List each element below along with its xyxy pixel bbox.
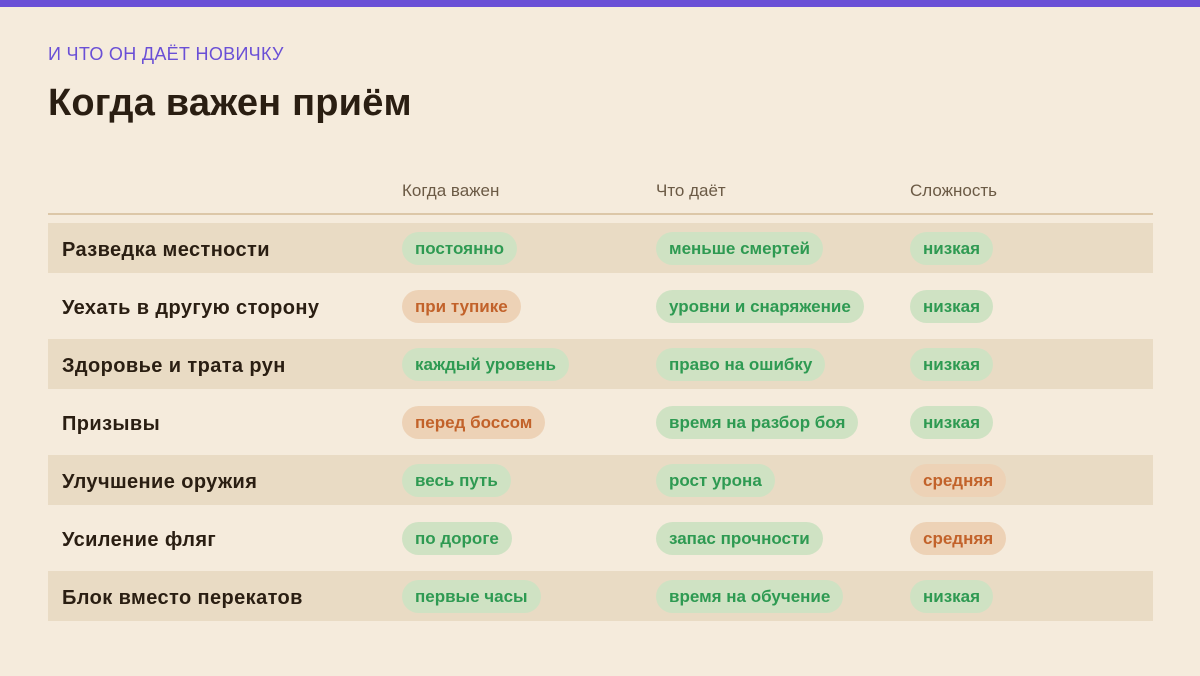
when-pill: весь путь [402,464,511,497]
difficulty-pill: низкая [910,580,994,613]
gives-pill: запас прочности [656,522,823,555]
row-label: Блок вместо перекатов [62,587,303,609]
when-pill: перед боссом [402,406,546,439]
when-pill: каждый уровень [402,348,569,381]
gives-pill: меньше смертей [656,232,823,265]
header-when: Когда важен [402,181,500,200]
table-header-row: Когда важен Что даёт Сложность [48,168,1153,215]
eyebrow-label: И ЧТО ОН ДАЁТ НОВИЧКУ [48,44,284,64]
table-row: Здоровье и трата рун каждый уровень прав… [48,339,1153,389]
row-label: Улучшение оружия [62,471,258,493]
difficulty-pill: низкая [910,290,994,323]
table-body: Разведка местности постоянно меньше смер… [48,223,1153,621]
techniques-table: Когда важен Что даёт Сложность Разведка … [48,168,1153,629]
row-label: Усиление фляг [62,529,217,551]
difficulty-pill: средняя [910,464,1007,497]
difficulty-pill: средняя [910,522,1007,555]
difficulty-pill: низкая [910,232,994,265]
row-label: Уехать в другую сторону [62,297,320,319]
table-row: Блок вместо перекатов первые часы время … [48,571,1153,621]
when-pill: по дороге [402,522,512,555]
when-pill: при тупике [402,290,521,323]
table-row: Призывы перед боссом время на разбор боя… [48,397,1153,447]
page-title: Когда важен приём [48,82,412,124]
difficulty-pill: низкая [910,406,994,439]
gives-pill: уровни и снаряжение [656,290,864,323]
row-label: Разведка местности [62,239,270,261]
gives-pill: время на разбор боя [656,406,859,439]
when-pill: первые часы [402,580,541,613]
header-gives: Что даёт [656,181,726,200]
gives-pill: право на ошибку [656,348,826,381]
table-row: Разведка местности постоянно меньше смер… [48,223,1153,273]
gives-pill: рост урона [656,464,775,497]
table-row: Усиление фляг по дороге запас прочности … [48,513,1153,563]
row-label: Призывы [62,413,161,435]
gives-pill: время на обучение [656,580,844,613]
difficulty-pill: низкая [910,348,994,381]
header-difficulty: Сложность [910,181,998,200]
row-label: Здоровье и трата рун [62,355,286,377]
when-pill: постоянно [402,232,517,265]
top-accent-bar [0,0,1200,7]
table-row: Уехать в другую сторону при тупике уровн… [48,281,1153,331]
table-row: Улучшение оружия весь путь рост урона ср… [48,455,1153,505]
